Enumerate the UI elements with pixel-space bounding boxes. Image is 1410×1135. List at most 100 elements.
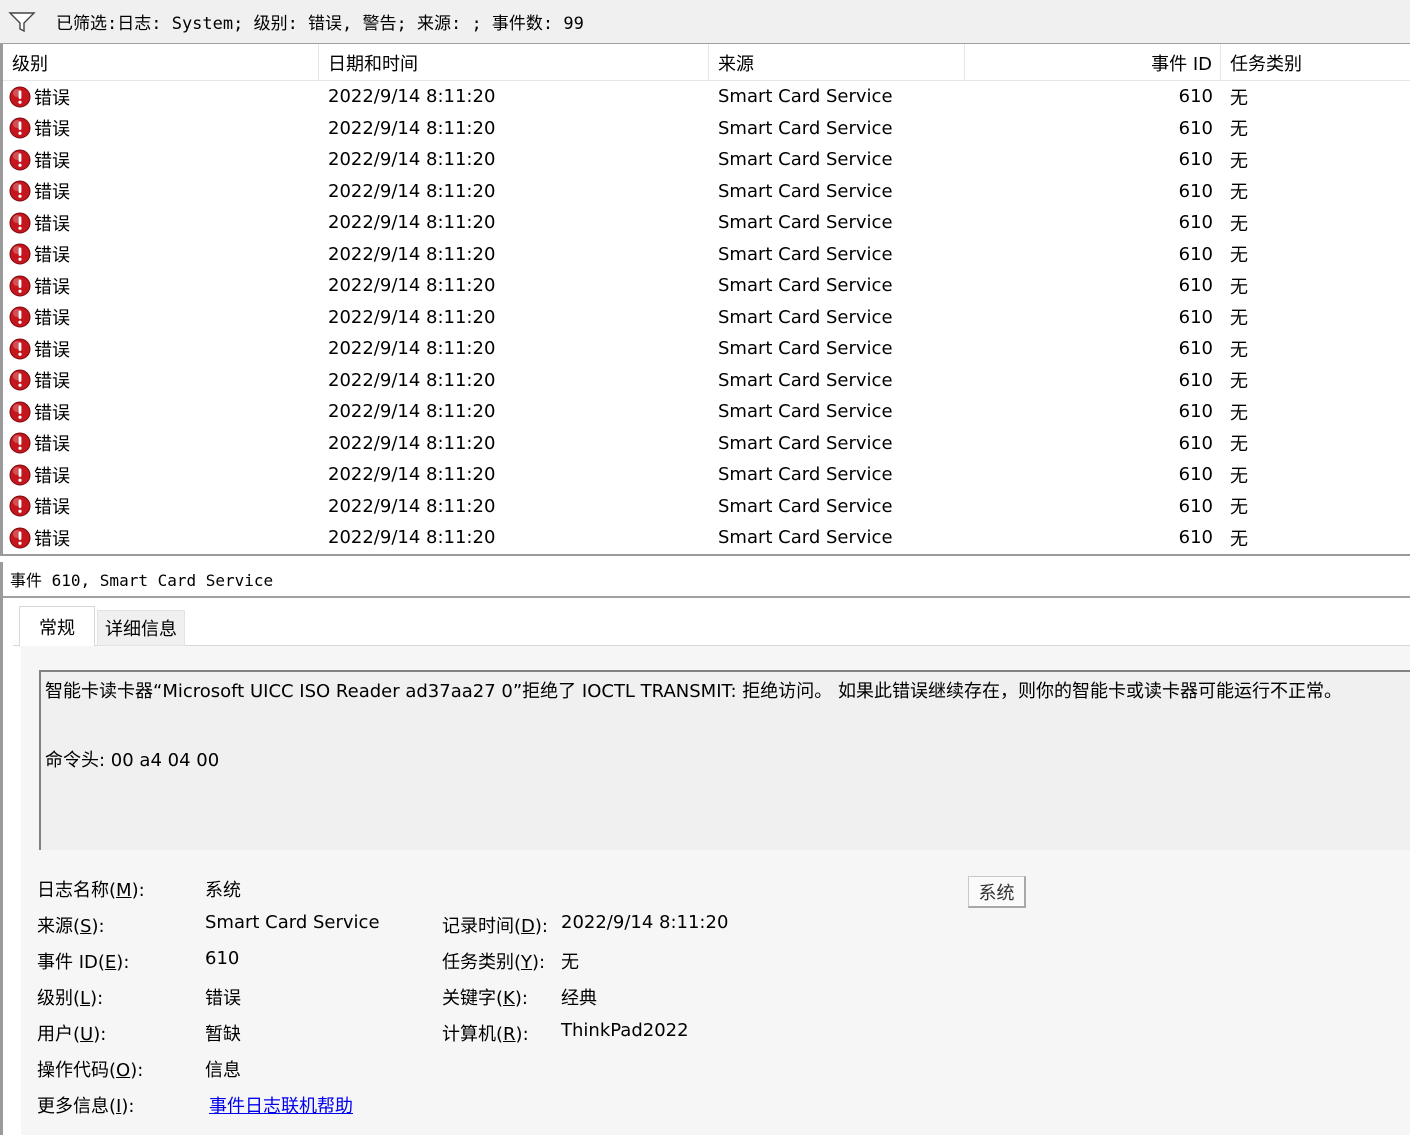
cell-date: 2022/9/14 8:11:20 bbox=[328, 275, 496, 297]
cell-source: Smart Card Service bbox=[718, 527, 893, 549]
level-text: 错误 bbox=[34, 245, 70, 267]
value-computer: ThinkPad2022 bbox=[561, 1020, 689, 1041]
cell-level: 错误 bbox=[3, 428, 319, 460]
level-text: 错误 bbox=[34, 150, 70, 172]
cell-level: 错误 bbox=[3, 459, 319, 491]
online-help-link[interactable]: 事件日志联机帮助 bbox=[209, 1092, 353, 1118]
table-row[interactable]: 错误 2022/9/14 8:11:20 Smart Card Service 610… bbox=[3, 302, 1410, 334]
table-row[interactable]: 错误 2022/9/14 8:11:20 Smart Card Service 610… bbox=[3, 491, 1410, 523]
column-header-level[interactable]: 级别 bbox=[3, 44, 319, 81]
cell-date: 2022/9/14 8:11:20 bbox=[328, 432, 496, 454]
error-icon bbox=[9, 464, 31, 486]
column-header-event-id[interactable]: 事件 ID bbox=[965, 44, 1221, 81]
error-icon bbox=[9, 149, 31, 171]
level-text: 错误 bbox=[34, 402, 70, 424]
cell-level: 错误 bbox=[3, 81, 319, 113]
cell-event-id: 610 bbox=[1178, 495, 1213, 517]
level-text: 错误 bbox=[34, 213, 70, 235]
cell-level: 错误 bbox=[3, 113, 319, 145]
label-opcode: 操作代码(O): bbox=[37, 1060, 144, 1081]
cell-source: Smart Card Service bbox=[718, 212, 893, 234]
cell-task-category: 无 bbox=[1230, 87, 1248, 109]
cell-source: Smart Card Service bbox=[718, 401, 893, 423]
cell-task-category: 无 bbox=[1230, 276, 1248, 298]
cell-level: 错误 bbox=[3, 491, 319, 523]
cell-level: 错误 bbox=[3, 302, 319, 334]
filter-summary: 已筛选:日志: System; 级别: 错误, 警告; 来源: ; 事件数: 9… bbox=[56, 14, 584, 34]
table-row[interactable]: 错误 2022/9/14 8:11:20 Smart Card Service 610… bbox=[3, 365, 1410, 397]
table-row[interactable]: 错误 2022/9/14 8:11:20 Smart Card Service 610… bbox=[3, 396, 1410, 428]
table-row[interactable]: 错误 2022/9/14 8:11:20 Smart Card Service 610… bbox=[3, 428, 1410, 460]
cell-source: Smart Card Service bbox=[718, 86, 893, 108]
cell-level: 错误 bbox=[3, 365, 319, 397]
column-header-task-category[interactable]: 任务类别 bbox=[1221, 44, 1410, 81]
cell-source: Smart Card Service bbox=[718, 243, 893, 265]
cell-level: 错误 bbox=[3, 239, 319, 271]
event-list[interactable]: 级别 日期和时间 来源 事件 ID 任务类别 错误 2022/9/14 8:11:… bbox=[0, 44, 1410, 556]
error-icon bbox=[9, 306, 31, 328]
value-user: 暂缺 bbox=[205, 1024, 241, 1045]
cell-level: 错误 bbox=[3, 176, 319, 208]
value-log-name: 系统 bbox=[205, 880, 241, 901]
cell-event-id: 610 bbox=[1178, 338, 1213, 360]
cell-event-id: 610 bbox=[1178, 432, 1213, 454]
cell-source: Smart Card Service bbox=[718, 117, 893, 139]
event-rows: 错误 2022/9/14 8:11:20 Smart Card Service 610… bbox=[3, 81, 1410, 554]
cell-source: Smart Card Service bbox=[718, 432, 893, 454]
cell-task-category: 无 bbox=[1230, 150, 1248, 172]
cell-task-category: 无 bbox=[1230, 182, 1248, 204]
cell-date: 2022/9/14 8:11:20 bbox=[328, 117, 496, 139]
error-icon bbox=[9, 527, 31, 549]
label-event-id: 事件 ID(E): bbox=[37, 952, 130, 973]
table-row[interactable]: 错误 2022/9/14 8:11:20 Smart Card Service 610… bbox=[3, 113, 1410, 145]
level-text: 错误 bbox=[34, 87, 70, 109]
error-icon bbox=[9, 495, 31, 517]
cell-source: Smart Card Service bbox=[718, 464, 893, 486]
cell-event-id: 610 bbox=[1178, 401, 1213, 423]
column-header-date[interactable]: 日期和时间 bbox=[319, 44, 709, 81]
cell-source: Smart Card Service bbox=[718, 180, 893, 202]
label-keywords: 关键字(K): bbox=[442, 988, 528, 1009]
cell-date: 2022/9/14 8:11:20 bbox=[328, 338, 496, 360]
error-icon bbox=[9, 243, 31, 265]
table-row[interactable]: 错误 2022/9/14 8:11:20 Smart Card Service 610… bbox=[3, 239, 1410, 271]
cell-date: 2022/9/14 8:11:20 bbox=[328, 495, 496, 517]
table-row[interactable]: 错误 2022/9/14 8:11:20 Smart Card Service 610… bbox=[3, 207, 1410, 239]
system-button[interactable]: 系统 bbox=[968, 876, 1026, 908]
cell-task-category: 无 bbox=[1230, 371, 1248, 393]
cell-date: 2022/9/14 8:11:20 bbox=[328, 369, 496, 391]
cell-date: 2022/9/14 8:11:20 bbox=[328, 243, 496, 265]
cell-source: Smart Card Service bbox=[718, 369, 893, 391]
table-row[interactable]: 错误 2022/9/14 8:11:20 Smart Card Service 610… bbox=[3, 176, 1410, 208]
cell-task-category: 无 bbox=[1230, 339, 1248, 361]
error-icon bbox=[9, 117, 31, 139]
cell-event-id: 610 bbox=[1178, 149, 1213, 171]
event-list-header: 级别 日期和时间 来源 事件 ID 任务类别 bbox=[3, 44, 1410, 81]
value-opcode: 信息 bbox=[205, 1060, 241, 1081]
cell-event-id: 610 bbox=[1178, 306, 1213, 328]
table-row[interactable]: 错误 2022/9/14 8:11:20 Smart Card Service 610… bbox=[3, 81, 1410, 113]
label-level: 级别(L): bbox=[37, 988, 104, 1009]
table-row[interactable]: 错误 2022/9/14 8:11:20 Smart Card Service 610… bbox=[3, 522, 1410, 554]
label-source: 来源(S): bbox=[37, 916, 105, 937]
event-description[interactable]: 智能卡读卡器“Microsoft UICC ISO Reader ad37aa2… bbox=[39, 670, 1410, 850]
table-row[interactable]: 错误 2022/9/14 8:11:20 Smart Card Service 610… bbox=[3, 459, 1410, 491]
table-row[interactable]: 错误 2022/9/14 8:11:20 Smart Card Service 610… bbox=[3, 333, 1410, 365]
cell-source: Smart Card Service bbox=[718, 306, 893, 328]
cell-level: 错误 bbox=[3, 144, 319, 176]
value-source: Smart Card Service bbox=[205, 912, 380, 933]
cell-level: 错误 bbox=[3, 333, 319, 365]
level-text: 错误 bbox=[34, 465, 70, 487]
table-row[interactable]: 错误 2022/9/14 8:11:20 Smart Card Service 610… bbox=[3, 144, 1410, 176]
cell-event-id: 610 bbox=[1178, 369, 1213, 391]
tab-general[interactable]: 常规 bbox=[19, 606, 95, 647]
level-text: 错误 bbox=[34, 339, 70, 361]
error-icon bbox=[9, 275, 31, 297]
cell-source: Smart Card Service bbox=[718, 495, 893, 517]
table-row[interactable]: 错误 2022/9/14 8:11:20 Smart Card Service 610… bbox=[3, 270, 1410, 302]
label-more-info: 更多信息(I): bbox=[37, 1096, 135, 1117]
column-header-source[interactable]: 来源 bbox=[709, 44, 965, 81]
label-task-category: 任务类别(Y): bbox=[442, 952, 546, 973]
tab-details[interactable]: 详细信息 bbox=[97, 610, 185, 646]
cell-source: Smart Card Service bbox=[718, 149, 893, 171]
